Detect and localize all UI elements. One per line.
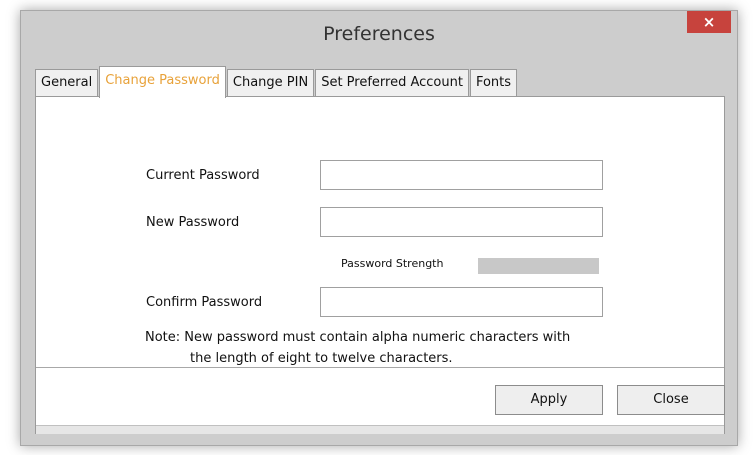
window-title: Preferences	[323, 23, 435, 45]
tab-set-preferred-account[interactable]: Set Preferred Account	[315, 69, 469, 97]
current-password-label: Current Password	[146, 168, 260, 183]
new-password-input[interactable]	[320, 207, 603, 237]
window-close-button[interactable]: ×	[687, 11, 731, 33]
confirm-password-label: Confirm Password	[146, 295, 263, 310]
current-password-input[interactable]	[320, 160, 603, 190]
panel-bottom-strip	[36, 425, 724, 434]
tab-fonts[interactable]: Fonts	[469, 69, 518, 97]
tab-strip: General Change Password Change PIN Set P…	[35, 66, 518, 98]
close-button[interactable]: Close	[617, 385, 725, 415]
apply-button[interactable]: Apply	[495, 385, 603, 415]
title-bar[interactable]: Preferences ×	[21, 11, 737, 57]
preferences-window: Preferences × General Change Password Ch…	[20, 10, 738, 446]
new-password-label: New Password	[146, 215, 240, 230]
change-password-panel: Current Password New Password Password S…	[35, 96, 725, 434]
password-note-line1: Note: New password must contain alpha nu…	[145, 330, 571, 345]
password-strength-meter	[478, 258, 599, 274]
tab-change-pin[interactable]: Change PIN	[226, 69, 315, 97]
tab-general[interactable]: General	[35, 69, 99, 97]
confirm-password-input[interactable]	[320, 287, 603, 317]
password-note-line2: the length of eight to twelve characters…	[190, 351, 453, 366]
tab-change-password[interactable]: Change Password	[99, 66, 226, 98]
close-icon: ×	[702, 13, 716, 31]
password-strength-label: Password Strength	[341, 257, 444, 270]
panel-divider	[36, 367, 724, 368]
